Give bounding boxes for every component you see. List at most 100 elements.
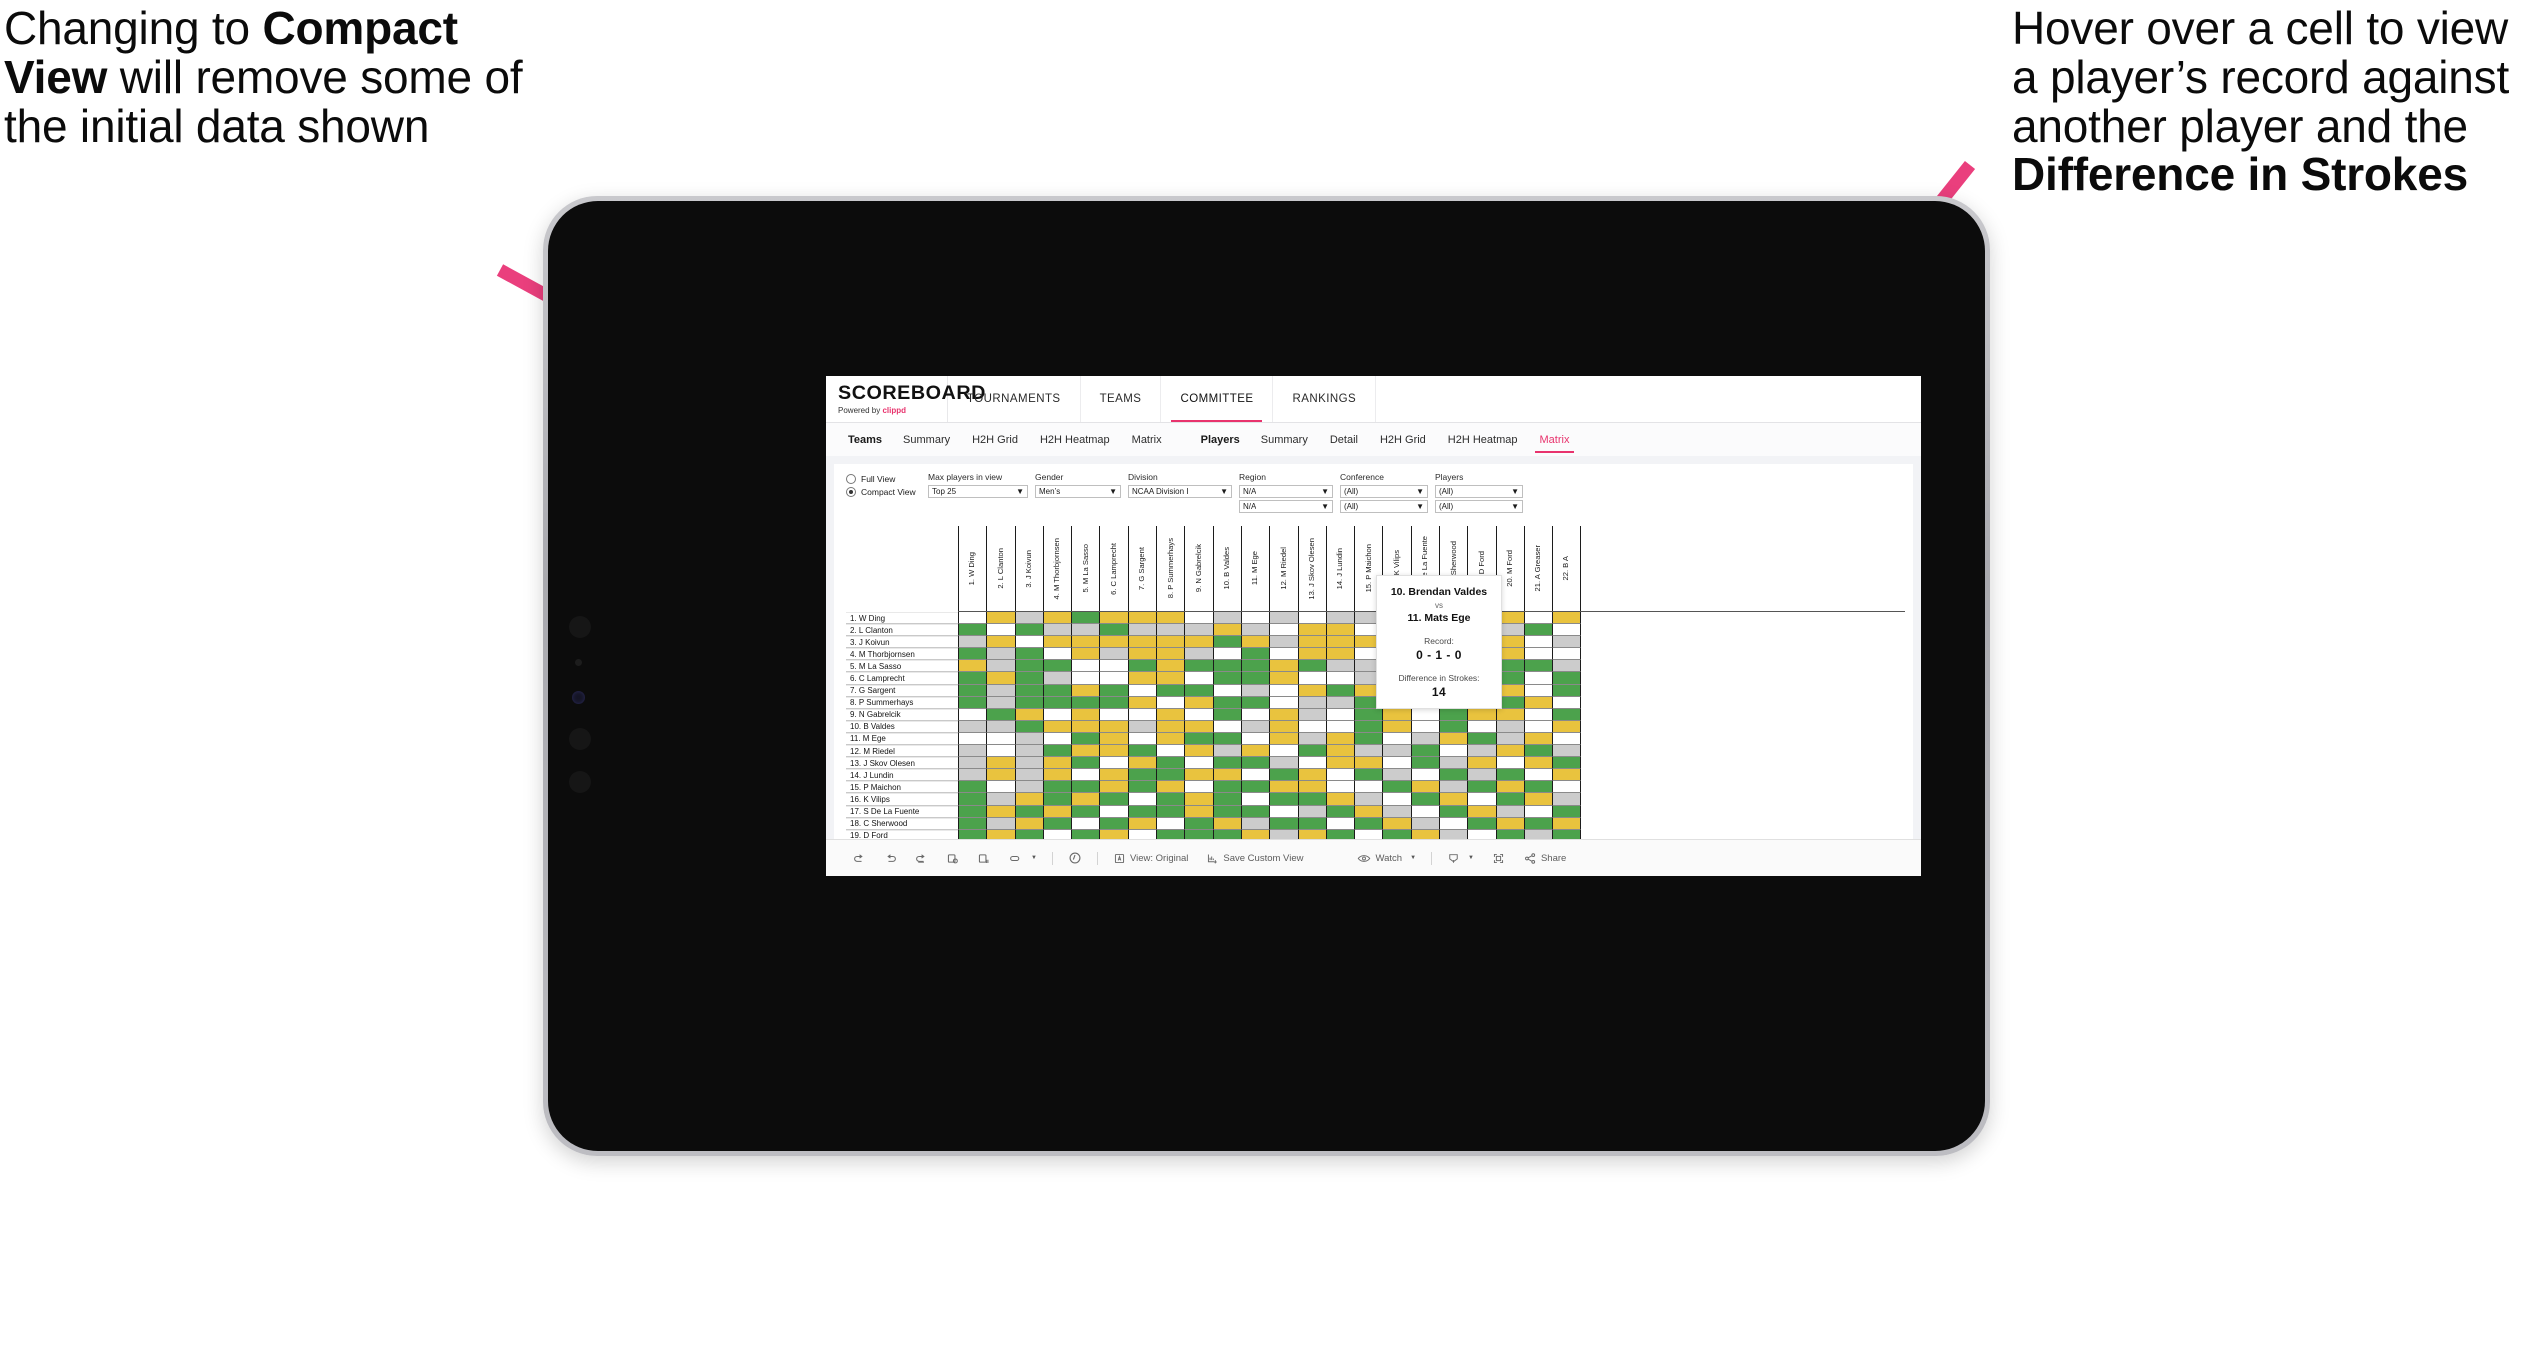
matrix-cell[interactable]: [1467, 732, 1496, 746]
matrix-cell[interactable]: [1240, 696, 1270, 709]
matrix-cell[interactable]: [1269, 612, 1298, 625]
matrix-cell[interactable]: [1552, 672, 1581, 685]
matrix-cell[interactable]: [1523, 696, 1553, 709]
matrix-cell[interactable]: [1071, 781, 1100, 794]
matrix-cell[interactable]: [1156, 624, 1185, 637]
matrix-cell[interactable]: [1382, 757, 1411, 770]
matrix-cell[interactable]: [1240, 769, 1270, 782]
matrix-cell[interactable]: [1127, 636, 1157, 649]
matrix-cell[interactable]: [1156, 745, 1185, 758]
matrix-cell[interactable]: [1523, 757, 1553, 770]
matrix-cell[interactable]: [1552, 624, 1581, 637]
matrix-cell[interactable]: [1071, 805, 1100, 818]
matrix-cell[interactable]: [1382, 781, 1411, 794]
matrix-cell[interactable]: [958, 757, 987, 770]
matrix-cell[interactable]: [1552, 781, 1581, 794]
matrix-cell[interactable]: [1269, 781, 1298, 794]
matrix-cell[interactable]: [958, 624, 987, 637]
matrix-cell[interactable]: [1099, 817, 1128, 830]
tab-teams-h2h-grid[interactable]: H2H Grid: [961, 423, 1029, 456]
matrix-cell[interactable]: [1042, 612, 1072, 625]
matrix-cell[interactable]: [1297, 660, 1326, 673]
matrix-cell[interactable]: [1325, 720, 1355, 733]
matrix-cell[interactable]: [1552, 757, 1581, 770]
download-button[interactable]: ▼: [1438, 840, 1483, 876]
matrix-cell[interactable]: [986, 769, 1015, 782]
matrix-cell[interactable]: [1212, 708, 1241, 721]
matrix-cell[interactable]: [1127, 660, 1157, 673]
matrix-cell[interactable]: [1071, 708, 1100, 721]
tab-players-summary[interactable]: Summary: [1250, 423, 1319, 456]
matrix-cell[interactable]: [958, 805, 987, 818]
matrix-cell[interactable]: [1184, 720, 1213, 733]
tab-players-matrix[interactable]: Matrix: [1529, 423, 1581, 456]
matrix-cell[interactable]: [1269, 769, 1298, 782]
matrix-cell[interactable]: [1042, 745, 1072, 758]
matrix-cell[interactable]: [1014, 660, 1043, 673]
matrix-cell[interactable]: [1410, 805, 1440, 818]
matrix-cell[interactable]: [1184, 660, 1213, 673]
matrix-cell[interactable]: [1099, 781, 1128, 794]
matrix-cell[interactable]: [958, 636, 987, 649]
matrix-cell[interactable]: [1127, 793, 1157, 806]
matrix-cell[interactable]: [1297, 672, 1326, 685]
matrix-cell[interactable]: [1240, 708, 1270, 721]
matrix-cell[interactable]: [1156, 781, 1185, 794]
matrix-cell[interactable]: [1099, 805, 1128, 818]
matrix-cell[interactable]: [1042, 757, 1072, 770]
matrix-cell[interactable]: [1410, 757, 1440, 770]
radio-full-view[interactable]: Full View: [846, 474, 928, 484]
matrix-cell[interactable]: [1014, 684, 1043, 697]
matrix-cell[interactable]: [1382, 732, 1411, 746]
matrix-cell[interactable]: [1212, 612, 1241, 625]
tab-teams-summary[interactable]: Summary: [892, 423, 961, 456]
matrix-cell[interactable]: [1042, 817, 1072, 830]
matrix-cell[interactable]: [1552, 696, 1581, 709]
matrix-cell[interactable]: [1325, 757, 1355, 770]
matrix-cell[interactable]: [1325, 696, 1355, 709]
matrix-cell[interactable]: [1325, 745, 1355, 758]
matrix-cell[interactable]: [1325, 624, 1355, 637]
matrix-cell[interactable]: [1071, 745, 1100, 758]
matrix-cell[interactable]: [1014, 793, 1043, 806]
matrix-cell[interactable]: [986, 805, 1015, 818]
matrix-cell[interactable]: [1184, 636, 1213, 649]
matrix-cell[interactable]: [1523, 745, 1553, 758]
matrix-cell[interactable]: [1439, 720, 1468, 733]
matrix-cell[interactable]: [1184, 708, 1213, 721]
tab-teams-h2h-heatmap[interactable]: H2H Heatmap: [1029, 423, 1121, 456]
matrix-cell[interactable]: [1523, 805, 1553, 818]
matrix-cell[interactable]: [1552, 684, 1581, 697]
matrix-cell[interactable]: [1042, 793, 1072, 806]
matrix-cell[interactable]: [1523, 660, 1553, 673]
matrix-cell[interactable]: [1042, 624, 1072, 637]
matrix-cell[interactable]: [1099, 612, 1128, 625]
matrix-cell[interactable]: [1410, 793, 1440, 806]
matrix-cell[interactable]: [1042, 781, 1072, 794]
matrix-cell[interactable]: [1439, 781, 1468, 794]
matrix-cell[interactable]: [1354, 781, 1383, 794]
matrix-cell[interactable]: [1156, 817, 1185, 830]
matrix-cell[interactable]: [986, 624, 1015, 637]
matrix-cell[interactable]: [1014, 757, 1043, 770]
matrix-cell[interactable]: [1184, 769, 1213, 782]
matrix-cell[interactable]: [1240, 805, 1270, 818]
select-conference-secondary[interactable]: (All) ▼: [1340, 500, 1428, 513]
matrix-cell[interactable]: [1156, 636, 1185, 649]
matrix-cell[interactable]: [1014, 648, 1043, 661]
matrix-cell[interactable]: [1495, 745, 1524, 758]
help-button[interactable]: [1059, 840, 1091, 876]
matrix-cell[interactable]: [1552, 648, 1581, 661]
matrix-cell[interactable]: [1014, 769, 1043, 782]
matrix-cell[interactable]: [1523, 636, 1553, 649]
matrix-cell[interactable]: [1240, 636, 1270, 649]
matrix-cell[interactable]: [1410, 769, 1440, 782]
matrix-cell[interactable]: [1495, 805, 1524, 818]
matrix-cell[interactable]: [1042, 805, 1072, 818]
matrix-cell[interactable]: [1184, 684, 1213, 697]
matrix-cell[interactable]: [1099, 672, 1128, 685]
matrix-cell[interactable]: [1240, 781, 1270, 794]
matrix-cell[interactable]: [1269, 636, 1298, 649]
matrix-cell[interactable]: [1127, 769, 1157, 782]
matrix-cell[interactable]: [1297, 793, 1326, 806]
